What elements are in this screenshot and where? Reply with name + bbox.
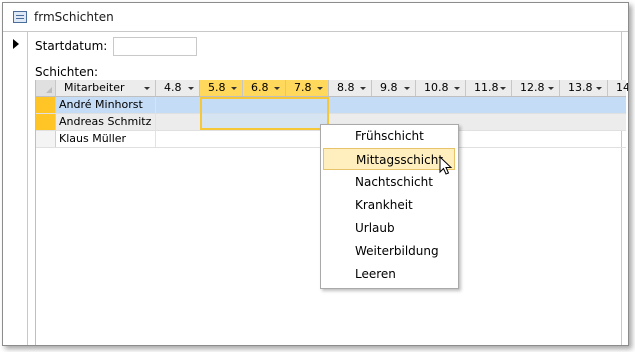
column-header-label: 10.8 — [424, 81, 449, 94]
column-header-14[interactable]: 14 — [608, 80, 629, 96]
menu-item-weiterbildung[interactable]: Weiterbildung — [321, 240, 458, 262]
chevron-down-icon[interactable] — [144, 87, 150, 90]
menu-item-label: Krankheit — [355, 198, 413, 212]
column-header-label: 12.8 — [520, 81, 545, 94]
chevron-down-icon[interactable] — [188, 87, 194, 90]
menu-item-label: Nachtschicht — [355, 175, 433, 189]
select-all-corner[interactable] — [36, 80, 56, 96]
column-header-4-8[interactable]: 4.8 — [156, 80, 200, 96]
record-selector[interactable] — [3, 32, 28, 345]
startdatum-label: Startdatum: — [35, 39, 108, 53]
column-header-label: 11.8 — [474, 81, 499, 94]
column-header-10-8[interactable]: 10.8 — [416, 80, 466, 96]
chevron-down-icon[interactable] — [231, 87, 237, 90]
schichten-label: Schichten: — [35, 65, 99, 79]
mitarbeiter-cell[interactable]: Klaus Müller — [56, 131, 156, 147]
column-header-label: 5.8 — [208, 81, 226, 94]
column-header-label: 7.8 — [294, 81, 312, 94]
menu-item-label: Frühschicht — [355, 129, 424, 143]
chevron-down-icon[interactable] — [500, 87, 506, 90]
current-record-arrow-icon — [13, 39, 19, 49]
row-selector[interactable] — [36, 114, 56, 130]
column-header-label: 13.8 — [568, 81, 593, 94]
startdatum-input[interactable] — [113, 37, 197, 56]
cell-selection-range[interactable] — [200, 97, 329, 130]
menu-item-fruehschicht[interactable]: Frühschicht — [321, 125, 458, 147]
menu-item-nachtschicht[interactable]: Nachtschicht — [321, 171, 458, 193]
menu-item-label: Mittagsschicht — [356, 153, 444, 167]
mitarbeiter-cell[interactable]: Andreas Schmitz — [56, 114, 156, 130]
menu-item-mittagsschicht[interactable]: Mittagsschicht — [323, 148, 455, 170]
form-window: frmSchichten Startdatum: Schichten: Mita… — [2, 2, 629, 346]
column-header-row: Mitarbeiter 4.8 5.8 6.8 7.8 8.8 9.8 10.8… — [36, 80, 629, 97]
column-header-6-8[interactable]: 6.8 — [243, 80, 286, 96]
column-header-12-8[interactable]: 12.8 — [512, 80, 560, 96]
menu-item-leeren[interactable]: Leeren — [321, 263, 458, 285]
column-header-label: 4.8 — [164, 81, 182, 94]
column-header-label: 14 — [616, 81, 629, 94]
row-selector[interactable] — [36, 97, 56, 113]
menu-item-urlaub[interactable]: Urlaub — [321, 217, 458, 239]
column-header-label: Mitarbeiter — [64, 81, 125, 94]
column-header-8-8[interactable]: 8.8 — [329, 80, 372, 96]
column-header-mitarbeiter[interactable]: Mitarbeiter — [56, 80, 156, 96]
chevron-down-icon[interactable] — [274, 87, 280, 90]
shift-context-menu: Frühschicht Mittagsschicht Nachtschicht … — [320, 124, 459, 289]
mitarbeiter-cell[interactable]: André Minhorst — [56, 97, 156, 113]
chevron-down-icon[interactable] — [454, 87, 460, 90]
chevron-down-icon[interactable] — [404, 87, 410, 90]
menu-item-label: Leeren — [355, 267, 396, 281]
column-header-label: 9.8 — [380, 81, 398, 94]
column-header-label: 8.8 — [337, 81, 355, 94]
column-header-7-8[interactable]: 7.8 — [286, 80, 329, 96]
chevron-down-icon[interactable] — [317, 87, 323, 90]
row-selector[interactable] — [36, 131, 56, 147]
column-header-5-8[interactable]: 5.8 — [200, 80, 243, 96]
column-header-13-8[interactable]: 13.8 — [560, 80, 608, 96]
menu-item-label: Urlaub — [355, 221, 395, 235]
title-bar: frmSchichten — [3, 3, 628, 32]
chevron-down-icon[interactable] — [548, 87, 554, 90]
menu-item-krankheit[interactable]: Krankheit — [321, 194, 458, 216]
chevron-down-icon[interactable] — [360, 87, 366, 90]
mouse-pointer-icon — [439, 156, 453, 175]
column-header-11-8[interactable]: 11.8 — [466, 80, 512, 96]
form-icon — [13, 11, 27, 23]
column-header-9-8[interactable]: 9.8 — [372, 80, 416, 96]
table-row[interactable]: André Minhorst — [36, 97, 626, 114]
column-header-label: 6.8 — [251, 81, 269, 94]
chevron-down-icon[interactable] — [596, 87, 602, 90]
menu-item-label: Weiterbildung — [355, 244, 439, 258]
window-title: frmSchichten — [34, 10, 114, 24]
